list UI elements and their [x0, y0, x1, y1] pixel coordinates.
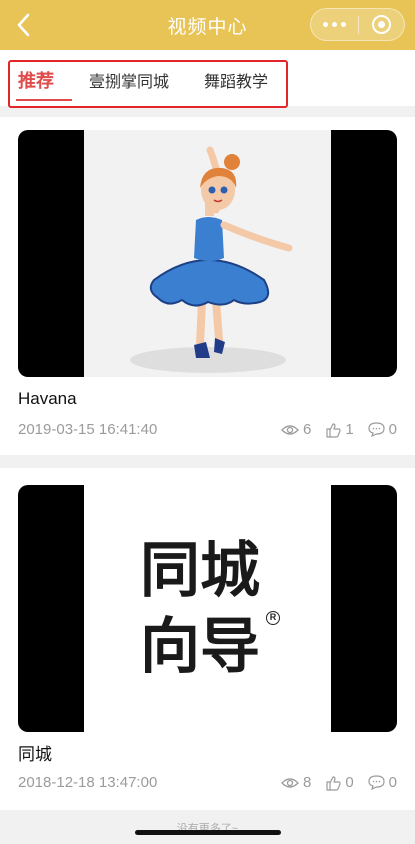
- category-tabs: 推荐 壹捌掌同城 舞蹈教学: [0, 50, 415, 108]
- eye-icon: [281, 424, 299, 435]
- registered-mark-icon: R: [266, 611, 280, 625]
- like-count-value: 0: [345, 774, 354, 791]
- video-stats: 8 0 0: [267, 774, 397, 791]
- tab-local[interactable]: 壹捌掌同城: [89, 68, 169, 92]
- video-player[interactable]: [18, 130, 397, 377]
- video-card[interactable]: 同城向导 R 同城 2018-12-18 13:47:00 8 0 0: [0, 468, 415, 810]
- close-circle-icon: [372, 15, 391, 34]
- view-count-value: 8: [302, 774, 312, 791]
- close-mini-program-button[interactable]: [359, 9, 404, 40]
- home-indicator[interactable]: [135, 830, 281, 835]
- comment-count-value: 0: [388, 774, 397, 791]
- mini-program-capsule: [310, 8, 405, 41]
- logo-text: 同城向导: [140, 536, 260, 682]
- video-date: 2018-12-18 13:47:00: [18, 774, 158, 791]
- view-count: 6: [281, 421, 311, 438]
- thumbs-up-icon: [326, 775, 341, 791]
- more-options-button[interactable]: [311, 9, 358, 40]
- comment-count-value: 0: [388, 421, 397, 438]
- view-count: 8: [281, 774, 311, 791]
- tab-recommend[interactable]: 推荐: [18, 67, 54, 93]
- video-card[interactable]: Havana 2019-03-15 16:41:40 6 1 0: [0, 117, 415, 455]
- video-title: Havana: [18, 389, 77, 408]
- like-count[interactable]: 0: [325, 774, 354, 791]
- eye-icon: [281, 777, 299, 788]
- comment-icon: [368, 422, 385, 437]
- view-count-value: 6: [302, 421, 312, 438]
- video-date: 2019-03-15 16:41:40: [18, 421, 158, 438]
- active-tab-underline: [16, 99, 72, 101]
- video-thumbnail-ballerina: [84, 130, 331, 377]
- like-count[interactable]: 1: [325, 421, 354, 438]
- like-count-value: 1: [345, 421, 354, 438]
- comment-icon: [368, 775, 385, 790]
- video-title: 同城: [18, 745, 52, 764]
- tab-dance-teaching[interactable]: 舞蹈教学: [204, 68, 268, 92]
- video-stats: 6 1 0: [267, 421, 397, 438]
- video-thumbnail-logo: 同城向导 R: [84, 485, 331, 732]
- nav-bar: 视频中心: [0, 0, 415, 50]
- comment-count[interactable]: 0: [368, 421, 397, 438]
- thumbs-up-icon: [326, 422, 341, 438]
- video-player[interactable]: 同城向导 R: [18, 485, 397, 732]
- comment-count[interactable]: 0: [368, 774, 397, 791]
